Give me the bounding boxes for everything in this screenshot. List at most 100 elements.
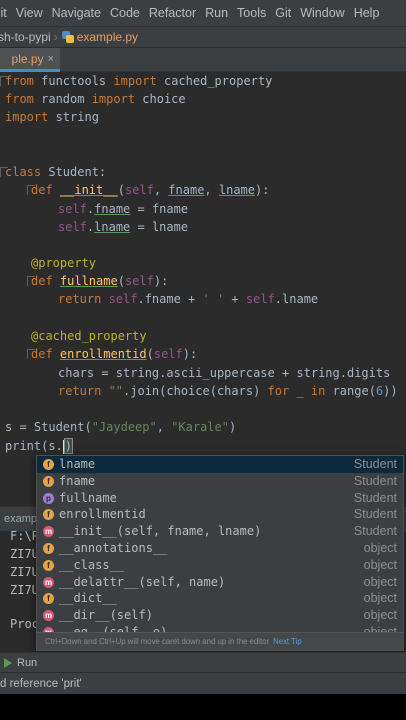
code-line-init: def __init__(self, fname, lname):	[31, 183, 270, 197]
code-completion-popup: f lname Student f fname Student p fullname Stude…	[36, 455, 404, 651]
completion-hint-text: Ctrl+Down and Ctrl+Up will move caret do…	[45, 637, 270, 646]
code-line-instance: s = Student("Jaydeep", "Karale")	[5, 420, 237, 434]
status-message: d reference 'prit'	[0, 677, 82, 690]
completion-item-name: __init__(self, fname, lname)	[59, 524, 262, 539]
completion-item-name: lname	[59, 457, 96, 471]
close-icon[interactable]: ×	[48, 53, 54, 65]
tab-label: ple.py	[11, 51, 44, 66]
completion-item-name: __delattr__(self, name)	[59, 574, 226, 589]
completion-item-name: __class__	[59, 557, 125, 572]
matched-brace: )	[63, 438, 74, 454]
code-line-return-fullname: return self.fname + ' ' + self.lname	[58, 292, 319, 306]
code-line-2: from random import choice	[5, 92, 186, 106]
completion-item-type: object	[363, 591, 397, 606]
menu-window[interactable]: Window	[296, 6, 349, 20]
menu-git[interactable]: Git	[271, 6, 296, 20]
completion-item[interactable]: f fname Student	[37, 473, 403, 490]
completion-item-type: object	[363, 541, 397, 555]
tab-example-py[interactable]: ple.py ×	[0, 48, 60, 72]
completion-hint: Ctrl+Down and Ctrl+Up will move caret do…	[37, 632, 403, 650]
breadcrumb-file[interactable]: example.py	[61, 30, 139, 44]
completion-item-type: Student	[353, 473, 397, 488]
fold-marker-icon[interactable]	[27, 185, 35, 195]
menu-tools[interactable]: Tools	[233, 6, 271, 20]
code-line-assign-lname: self.lname = lname	[58, 220, 189, 234]
next-tip-link[interactable]: Next Tip	[273, 637, 302, 646]
completion-item-name: __dir__(self)	[59, 608, 153, 623]
field-icon: f	[43, 559, 54, 571]
menu-run[interactable]: Run	[201, 6, 233, 20]
completion-item-type: object	[363, 608, 397, 623]
field-icon: f	[43, 593, 54, 605]
completion-item[interactable]: m __init__(self, fname, lname) Student	[37, 523, 403, 540]
breadcrumb-project[interactable]: sh-to-pypi	[0, 30, 51, 44]
completion-item-type: object	[363, 574, 397, 589]
method-icon: m	[43, 526, 54, 538]
menu-edit[interactable]: it	[0, 6, 11, 20]
completion-item-name: __annotations__	[59, 541, 168, 555]
breadcrumb: sh-to-pypi › example.py	[0, 26, 406, 48]
completion-item[interactable]: m __delattr__(self, name) object	[37, 574, 403, 591]
completion-item[interactable]: f lname Student	[37, 456, 403, 473]
code-line-assign-fname: self.fname = fname	[58, 202, 189, 216]
breadcrumb-file-label: example.py	[76, 30, 139, 44]
fold-marker-icon[interactable]	[27, 349, 35, 359]
menu-code[interactable]: Code	[105, 6, 144, 20]
completion-item[interactable]: f __annotations__ object	[37, 540, 403, 557]
code-line-chars: chars = string.ascii_uppercase + string.…	[58, 366, 391, 380]
console-line: Proc	[10, 617, 39, 631]
completion-item-type: Student	[353, 490, 397, 505]
field-icon: f	[43, 543, 54, 554]
run-toolbar: Run	[0, 652, 406, 672]
menu-refactor[interactable]: Refactor	[144, 6, 200, 20]
menu-navigate[interactable]: Navigate	[47, 6, 105, 20]
method-icon: m	[43, 576, 54, 588]
menu-view[interactable]: View	[11, 6, 47, 20]
completion-item[interactable]: f __dict__ object	[37, 590, 403, 607]
run-icon[interactable]	[4, 657, 12, 668]
fold-marker-icon[interactable]	[0, 76, 8, 86]
completion-item[interactable]: m __dir__(self) object	[37, 607, 403, 624]
menu-bar: it View Navigate Code Refactor Run Tools…	[0, 0, 406, 26]
fold-marker-icon[interactable]	[27, 276, 35, 286]
menu-help[interactable]: Help	[349, 6, 384, 20]
code-line-def-enrollmentid: def enrollmentid(self):	[31, 347, 198, 361]
run-tab-label[interactable]: Run	[17, 657, 37, 669]
ide-window: it View Navigate Code Refactor Run Tools…	[0, 0, 406, 720]
console-line: ZI7U	[10, 565, 39, 579]
console-line: ZI7U	[10, 547, 39, 561]
code-line-cached-decorator: @cached_property	[31, 329, 147, 343]
code-line-def-fullname: def fullname(self):	[31, 274, 169, 288]
code-line-print: print(s.)	[5, 438, 74, 454]
completion-item-name: __dict__	[59, 591, 117, 606]
completion-item-type: Student	[353, 524, 397, 539]
completion-item-name: enrollmentid	[59, 507, 146, 522]
field-icon: f	[43, 509, 54, 521]
code-line-return-join: return "".join(choice(chars) for _ in ra…	[58, 384, 398, 398]
completion-item-name: fname	[59, 473, 96, 488]
code-line-1: from functools import cached_property	[5, 74, 273, 88]
breadcrumb-separator: ›	[53, 30, 58, 44]
completion-item[interactable]: f __class__ object	[37, 557, 403, 574]
method-icon: m	[43, 610, 54, 622]
run-config-tab[interactable]: examp	[4, 513, 37, 525]
code-line-class: class Student:	[5, 165, 107, 179]
completion-item-type: object	[363, 557, 397, 572]
field-icon: f	[43, 475, 54, 487]
completion-item[interactable]: f enrollmentid Student	[37, 506, 403, 523]
screen-border	[0, 694, 406, 720]
code-line-3: import string	[5, 110, 99, 124]
code-line-property-decorator: @property	[31, 256, 97, 270]
completion-item-name: fullname	[59, 490, 117, 505]
property-icon: p	[43, 492, 54, 504]
completion-item-type: Student	[353, 457, 397, 471]
python-file-icon	[61, 31, 74, 43]
status-bar: d reference 'prit'	[0, 672, 406, 694]
console-line: F:\P	[10, 529, 39, 543]
console-line: ZI7U	[10, 583, 39, 597]
editor-tab-bar: ple.py ×	[0, 48, 406, 72]
field-icon: f	[43, 459, 54, 470]
completion-item[interactable]: p fullname Student	[37, 490, 403, 507]
fold-marker-icon[interactable]	[0, 167, 8, 177]
completion-item-type: Student	[353, 507, 397, 522]
